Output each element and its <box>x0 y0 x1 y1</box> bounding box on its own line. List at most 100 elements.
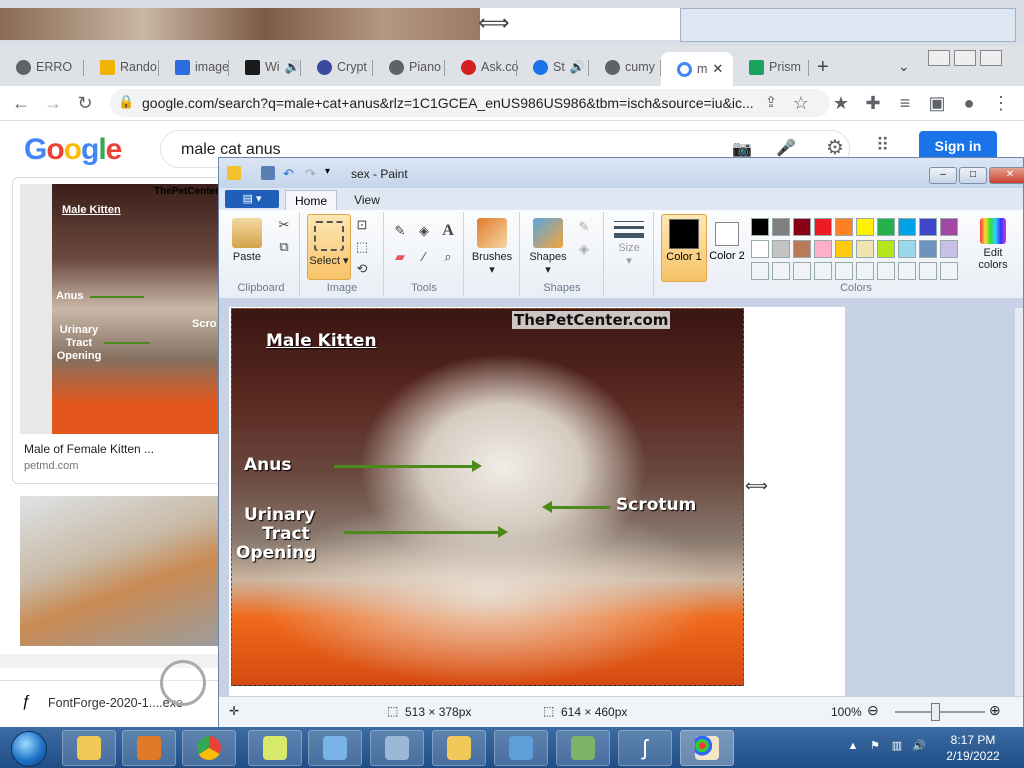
taskbar-photos[interactable] <box>494 730 548 766</box>
extensions-puzzle-icon[interactable]: ✚ <box>862 92 884 114</box>
palette-swatch[interactable] <box>772 262 790 280</box>
tab-search-chevron-icon[interactable]: ⌄ <box>898 58 910 75</box>
palette-swatch[interactable] <box>940 218 958 236</box>
taskbar-paint[interactable] <box>680 730 734 766</box>
taskbar-sticky-notes[interactable] <box>248 730 302 766</box>
palette-swatch[interactable] <box>856 262 874 280</box>
browser-tab[interactable]: Wi 🔊 <box>229 52 301 82</box>
profile-avatar-icon[interactable]: ● <box>958 92 980 114</box>
palette-swatch[interactable] <box>856 240 874 258</box>
palette-swatch[interactable] <box>814 262 832 280</box>
size-button[interactable]: Size ▾ <box>609 218 649 267</box>
fill-bucket-icon[interactable]: ◈ <box>415 222 433 240</box>
palette-swatch[interactable] <box>898 240 916 258</box>
vertical-scrollbar[interactable] <box>1015 308 1023 698</box>
palette-swatch[interactable] <box>751 240 769 258</box>
network-icon[interactable]: ▥ <box>890 739 904 753</box>
browser-tab[interactable]: Rando <box>84 52 159 82</box>
google-logo[interactable]: Google <box>24 133 122 167</box>
result-source[interactable]: petmd.com <box>24 460 78 472</box>
palette-swatch[interactable] <box>814 240 832 258</box>
palette-swatch[interactable] <box>877 240 895 258</box>
undo-icon[interactable]: ↶ <box>283 166 297 181</box>
outline-icon[interactable]: ✎ <box>575 218 593 236</box>
browser-tab[interactable]: cumy <box>589 52 661 82</box>
palette-swatch[interactable] <box>751 218 769 236</box>
browser-tab[interactable]: image <box>159 52 229 82</box>
zoom-out-icon[interactable]: ⊖ <box>867 702 879 719</box>
color1-button[interactable]: Color 1 <box>661 214 707 282</box>
omnibox[interactable]: 🔒 google.com/search?q=male+cat+anus&rlz=… <box>110 89 830 117</box>
browser-tab[interactable]: Piano <box>373 52 445 82</box>
taskbar-fontforge[interactable]: ʃ <box>618 730 672 766</box>
palette-swatch[interactable] <box>877 262 895 280</box>
image-result-thumbnail[interactable] <box>20 496 218 646</box>
browser-tab[interactable]: ERRO <box>0 52 84 82</box>
browser-tab[interactable]: St 🔊 <box>517 52 589 82</box>
customize-qat-icon[interactable]: ▾ <box>325 166 339 180</box>
close-tab-icon[interactable]: ✕ <box>712 61 723 77</box>
file-menu-button[interactable]: ▤ ▾ <box>225 190 279 208</box>
edit-colors-button[interactable]: Edit colors <box>971 216 1015 271</box>
new-tab-button[interactable]: + <box>817 56 829 79</box>
text-tool-icon[interactable]: A <box>439 222 457 240</box>
palette-swatch[interactable] <box>835 240 853 258</box>
browser-tab[interactable]: Ask.co <box>445 52 519 82</box>
palette-swatch[interactable] <box>835 218 853 236</box>
taskbar-magnifier[interactable] <box>308 730 362 766</box>
palette-swatch[interactable] <box>919 262 937 280</box>
tray-expand-icon[interactable]: ▲ <box>846 739 860 753</box>
zoom-slider[interactable] <box>895 711 985 713</box>
palette-swatch[interactable] <box>814 218 832 236</box>
side-panel-icon[interactable]: ▣ <box>926 92 948 114</box>
paint-maximize-button[interactable]: □ <box>959 167 987 184</box>
zoom-slider-thumb[interactable] <box>931 703 940 721</box>
taskbar-app[interactable] <box>432 730 486 766</box>
bookmark-star-icon[interactable]: ☆ <box>790 92 812 114</box>
taskbar-clock[interactable]: 8:17 PM 2/19/2022 <box>936 732 1010 764</box>
palette-swatch[interactable] <box>751 262 769 280</box>
palette-swatch[interactable] <box>772 240 790 258</box>
browser-tab[interactable]: Crypt <box>301 52 373 82</box>
magnifier-tool-icon[interactable]: ⌕ <box>439 248 457 266</box>
zoom-in-icon[interactable]: ⊕ <box>989 702 1001 719</box>
palette-swatch[interactable] <box>940 240 958 258</box>
tab-home[interactable]: Home <box>285 190 337 210</box>
rotate-icon[interactable]: ⟲ <box>353 260 371 278</box>
camera-search-icon[interactable]: 📷 <box>732 139 752 159</box>
close-window-button[interactable] <box>980 50 1002 66</box>
palette-swatch[interactable] <box>772 218 790 236</box>
fill-icon[interactable]: ◈ <box>575 240 593 258</box>
tab-view[interactable]: View <box>343 190 391 210</box>
start-button[interactable] <box>4 729 54 767</box>
restore-button[interactable] <box>954 50 976 66</box>
media-control-icon[interactable]: ≡ <box>894 92 916 114</box>
redo-icon[interactable]: ↷ <box>305 166 319 181</box>
reload-icon[interactable]: ↻ <box>74 92 96 114</box>
cut-scissors-icon[interactable]: ✂ <box>275 216 293 234</box>
pencil-icon[interactable]: ✎ <box>391 222 409 240</box>
taskbar-chrome[interactable] <box>182 730 236 766</box>
paste-button[interactable]: Paste <box>229 216 265 263</box>
browser-tab-active[interactable]: m ✕ <box>661 52 733 86</box>
palette-swatch[interactable] <box>898 262 916 280</box>
paint-close-button[interactable]: ✕ <box>989 167 1024 184</box>
taskbar-app[interactable] <box>556 730 610 766</box>
share-icon[interactable]: ⇪ <box>760 92 782 114</box>
save-icon[interactable] <box>261 166 275 180</box>
download-filename[interactable]: FontForge-2020-1....exe <box>48 696 183 710</box>
image-result-thumbnail[interactable]: ThePetCenter. Male Kitten Anus Urinary T… <box>20 184 221 434</box>
back-icon[interactable]: ← <box>10 92 32 114</box>
minimize-button[interactable] <box>928 50 950 66</box>
taskbar-media-player[interactable] <box>122 730 176 766</box>
brushes-button[interactable]: Brushes ▾ <box>469 216 515 276</box>
browser-tab[interactable]: Prism <box>733 52 809 82</box>
copy-icon[interactable]: ⧉ <box>275 238 293 256</box>
microphone-icon[interactable]: 🎤 <box>776 138 796 158</box>
select-button[interactable]: Select ▾ <box>307 214 351 280</box>
more-menu-icon[interactable]: ⋮ <box>990 92 1012 114</box>
palette-swatch[interactable] <box>919 240 937 258</box>
pasted-image-selection[interactable]: ThePetCenter.com Male Kitten Anus Urinar… <box>231 308 744 686</box>
palette-swatch[interactable] <box>856 218 874 236</box>
palette-swatch[interactable] <box>940 262 958 280</box>
